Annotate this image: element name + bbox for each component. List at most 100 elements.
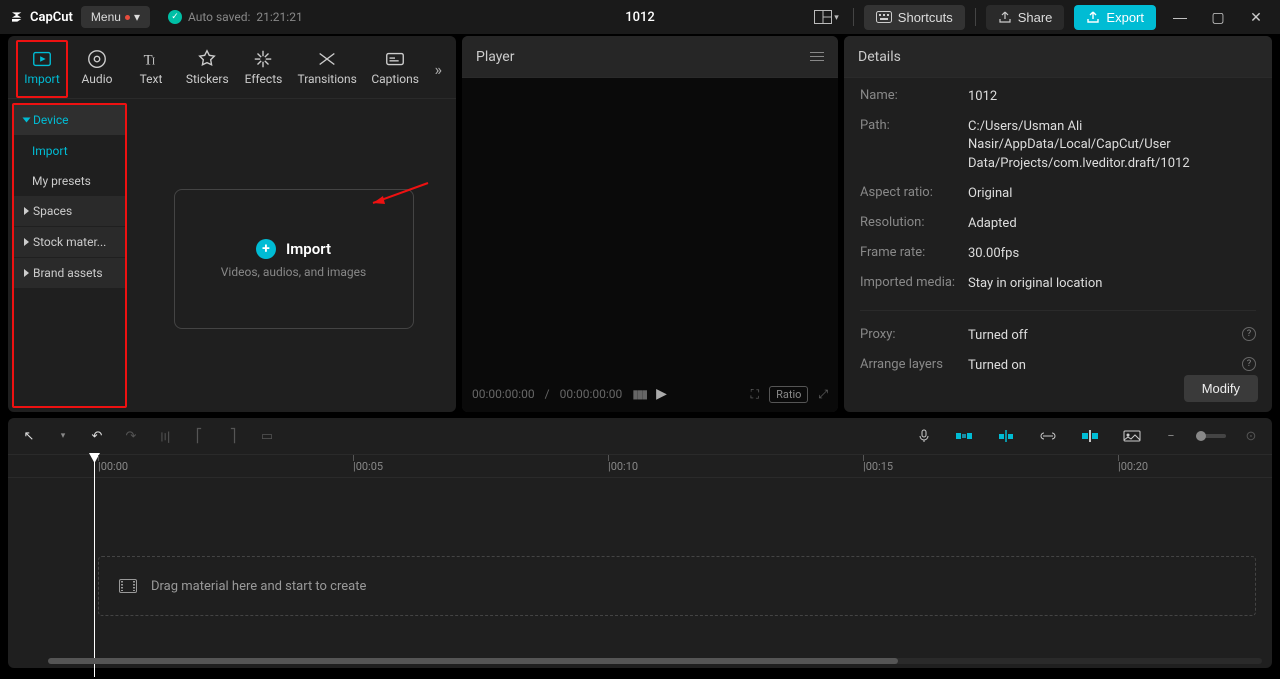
tab-stickers[interactable]: Stickers bbox=[180, 42, 234, 96]
zoom-out-button[interactable]: − bbox=[1160, 429, 1182, 444]
redo-button[interactable]: ↷ bbox=[120, 429, 142, 444]
sidebar-group-device[interactable]: Device bbox=[14, 105, 125, 136]
hamburger-icon bbox=[810, 52, 824, 61]
cursor-dropdown[interactable]: ▾ bbox=[52, 431, 74, 441]
sidebar-item-import[interactable]: Import bbox=[14, 136, 125, 166]
cover-button[interactable] bbox=[1118, 427, 1146, 445]
ruler-tick: |00:10 bbox=[608, 455, 638, 477]
chevron-down-icon: ▾ bbox=[134, 10, 140, 24]
tab-label: Audio bbox=[82, 72, 113, 86]
close-button[interactable]: ✕ bbox=[1242, 3, 1270, 31]
check-icon: ✓ bbox=[168, 10, 182, 24]
sidebar-label: Spaces bbox=[33, 204, 72, 218]
sidebar-group-spaces[interactable]: Spaces bbox=[14, 196, 125, 227]
fullscreen-icon[interactable]: ⤢ bbox=[818, 387, 828, 402]
zoom-slider[interactable] bbox=[1196, 434, 1226, 438]
shortcuts-button[interactable]: Shortcuts bbox=[864, 5, 965, 30]
share-button[interactable]: Share bbox=[986, 5, 1065, 30]
sidebar-group-stock[interactable]: Stock mater... bbox=[14, 227, 125, 258]
player-viewport[interactable]: 00:00:00:00 / 00:00:00:00 ▮▮▮ ▶ ⛶ Ratio … bbox=[462, 78, 838, 412]
time-total: 00:00:00:00 bbox=[560, 387, 623, 401]
share-label: Share bbox=[1018, 10, 1053, 25]
timeline-scrollbar[interactable] bbox=[48, 658, 1262, 664]
tab-effects[interactable]: Effects bbox=[238, 42, 288, 96]
tab-audio[interactable]: Audio bbox=[72, 42, 122, 96]
auto-snap-button[interactable] bbox=[992, 426, 1020, 446]
tabs-overflow[interactable]: » bbox=[429, 60, 449, 79]
timeline-panel: ↖ ▾ ↶ ↷ 〣 ⎡ ⎤ ▭ − ⊙ |00:00 |00:05 |00:10… bbox=[8, 418, 1272, 668]
divider bbox=[975, 8, 976, 26]
timeline-tracks[interactable]: Drag material here and start to create bbox=[8, 478, 1272, 668]
magnet-button[interactable] bbox=[950, 427, 978, 445]
player-header: Player bbox=[462, 36, 838, 78]
scrollbar-thumb[interactable] bbox=[48, 658, 898, 664]
info-icon[interactable]: ? bbox=[1242, 327, 1256, 341]
menu-button[interactable]: Menu ▾ bbox=[81, 6, 150, 28]
layout-button[interactable]: ▾ bbox=[810, 6, 843, 28]
menu-label: Menu bbox=[91, 10, 121, 24]
divider bbox=[853, 8, 854, 26]
preview-axis-icon bbox=[1080, 428, 1100, 444]
import-icon bbox=[31, 48, 53, 70]
mic-icon bbox=[916, 428, 932, 444]
drop-hint: Drag material here and start to create bbox=[151, 579, 366, 594]
maximize-button[interactable]: ▢ bbox=[1204, 3, 1232, 31]
tab-label: Captions bbox=[371, 72, 419, 86]
preview-axis-button[interactable] bbox=[1076, 426, 1104, 446]
split-button[interactable]: 〣 bbox=[154, 427, 176, 446]
link-icon bbox=[1038, 430, 1058, 442]
import-subtext: Videos, audios, and images bbox=[221, 265, 366, 279]
zoom-fit-button[interactable]: ⊙ bbox=[1240, 429, 1262, 444]
svg-text:I: I bbox=[152, 57, 155, 68]
close-icon: ✕ bbox=[1250, 9, 1262, 26]
undo-button[interactable]: ↶ bbox=[86, 429, 108, 444]
tab-captions[interactable]: Captions bbox=[366, 42, 425, 96]
play-button[interactable]: ▶ bbox=[656, 386, 667, 402]
details-header: Details bbox=[844, 36, 1272, 78]
row-aspect: Aspect ratio:Original bbox=[860, 185, 1256, 203]
shortcuts-label: Shortcuts bbox=[898, 10, 953, 25]
player-menu-button[interactable] bbox=[810, 52, 824, 61]
scan-icon[interactable]: ⛶ bbox=[751, 387, 759, 402]
captions-icon bbox=[384, 48, 406, 70]
cursor-tool[interactable]: ↖ bbox=[18, 429, 40, 444]
minimize-button[interactable]: — bbox=[1166, 3, 1194, 31]
import-dropzone[interactable]: + Import Videos, audios, and images bbox=[174, 189, 414, 329]
delete-button[interactable]: ▭ bbox=[256, 429, 278, 444]
stickers-icon bbox=[196, 48, 218, 70]
transitions-icon bbox=[316, 48, 338, 70]
time-separator: / bbox=[545, 387, 550, 401]
plus-icon: + bbox=[256, 239, 276, 259]
split-right-button[interactable]: ⎤ bbox=[222, 429, 244, 444]
main-row: Import Audio TI Text Stickers Effects Tr… bbox=[0, 34, 1280, 412]
tab-text[interactable]: TI Text bbox=[126, 42, 176, 96]
compare-icon[interactable]: ▮▮▮ bbox=[632, 387, 646, 401]
titlebar-right: ▾ Shortcuts Share Export — ▢ ✕ bbox=[810, 3, 1270, 31]
keyboard-icon bbox=[876, 11, 892, 23]
sidebar-item-presets[interactable]: My presets bbox=[14, 166, 125, 196]
autosave-time: 21:21:21 bbox=[256, 10, 302, 24]
time-current: 00:00:00:00 bbox=[472, 387, 535, 401]
timeline-dropzone[interactable]: Drag material here and start to create bbox=[98, 556, 1256, 616]
share-icon bbox=[998, 10, 1012, 24]
details-title: Details bbox=[858, 49, 901, 65]
details-panel: Details Name:1012 Path:C:/Users/Usman Al… bbox=[844, 36, 1272, 412]
import-area: + Import Videos, audios, and images bbox=[131, 99, 456, 412]
modify-button[interactable]: Modify bbox=[1184, 375, 1258, 402]
split-left-button[interactable]: ⎡ bbox=[188, 429, 210, 444]
media-panel: Import Audio TI Text Stickers Effects Tr… bbox=[8, 36, 456, 412]
project-title: 1012 bbox=[625, 10, 655, 25]
export-button[interactable]: Export bbox=[1074, 5, 1156, 30]
tab-transitions[interactable]: Transitions bbox=[292, 42, 361, 96]
link-button[interactable] bbox=[1034, 428, 1062, 444]
titlebar: CapCut Menu ▾ ✓ Auto saved: 21:21:21 101… bbox=[0, 0, 1280, 34]
ratio-button[interactable]: Ratio bbox=[769, 386, 808, 403]
record-audio-button[interactable] bbox=[912, 426, 936, 446]
info-icon[interactable]: ? bbox=[1242, 357, 1256, 371]
sidebar-group-brand[interactable]: Brand assets bbox=[14, 258, 125, 289]
chevron-down-icon: ▾ bbox=[834, 12, 839, 23]
caret-right-icon bbox=[24, 238, 29, 246]
tab-import[interactable]: Import bbox=[16, 40, 68, 98]
details-body: Name:1012 Path:C:/Users/Usman Ali Nasir/… bbox=[844, 78, 1272, 412]
timeline-ruler[interactable]: |00:00 |00:05 |00:10 |00:15 |00:20 bbox=[8, 454, 1272, 478]
